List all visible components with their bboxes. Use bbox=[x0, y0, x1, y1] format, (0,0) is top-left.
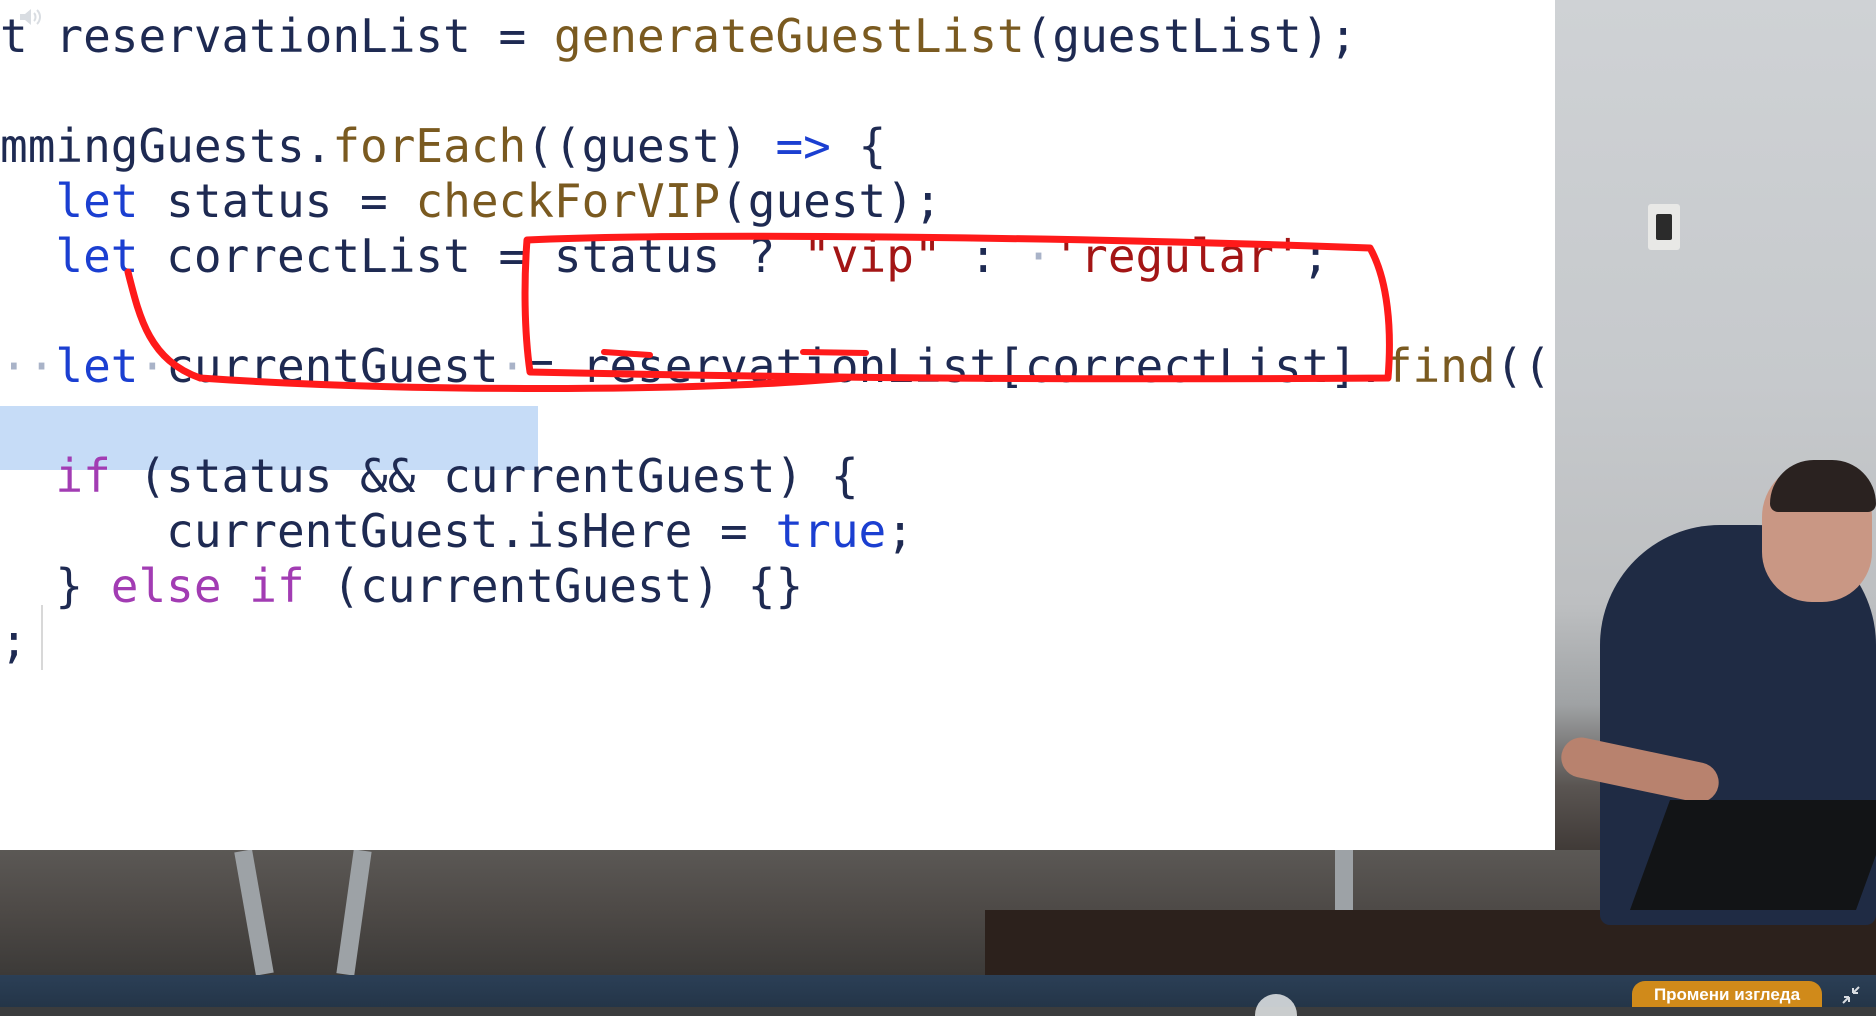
code-token: ((c bbox=[1495, 339, 1555, 393]
code-token: "vip" bbox=[803, 229, 942, 283]
code-token: : bbox=[941, 229, 1025, 283]
code-token: ; bbox=[886, 504, 914, 558]
code-line: } else if (currentGuest) {} bbox=[0, 556, 803, 616]
code-token: ·· bbox=[0, 339, 56, 393]
code-token: (guestList); bbox=[1024, 9, 1358, 63]
volume-icon[interactable] bbox=[18, 7, 42, 27]
code-token: ; bbox=[1301, 229, 1330, 283]
code-token: · bbox=[498, 339, 527, 393]
code-line: ; bbox=[0, 611, 28, 671]
code-token: let bbox=[55, 339, 139, 393]
code-token: (guest); bbox=[720, 174, 942, 228]
code-token: (status && currentGuest) { bbox=[110, 449, 859, 503]
keyboard bbox=[1629, 800, 1876, 910]
code-token: generateGuestList bbox=[553, 9, 1025, 63]
code-line: let correctList = status ? "vip" : ·'reg… bbox=[0, 226, 1329, 286]
code-token: = reservationList[correctList]. bbox=[526, 339, 1385, 393]
code-token: ((guest) bbox=[526, 119, 776, 173]
code-token: find bbox=[1384, 339, 1496, 393]
code-token: = bbox=[470, 9, 554, 63]
code-line: let status = checkForVIP(guest); bbox=[0, 171, 942, 231]
code-token: status = bbox=[138, 174, 416, 228]
code-token: mmingGuests. bbox=[0, 119, 333, 173]
code-token: · bbox=[1024, 229, 1053, 283]
code-line: mmingGuests.forEach((guest) => { bbox=[0, 116, 886, 176]
video-player-bar bbox=[0, 975, 1876, 1007]
code-token: true bbox=[775, 504, 887, 558]
code-token: { bbox=[830, 119, 887, 173]
code-token: currentGuest.isHere = bbox=[0, 504, 776, 558]
code-token: (currentGuest) {} bbox=[304, 559, 804, 613]
code-line: ··let·currentGuest·= reservationList[cor… bbox=[0, 336, 1555, 396]
code-token: correctList = status ? bbox=[138, 229, 804, 283]
code-token: currentGuest bbox=[166, 339, 499, 393]
code-token: 'regular' bbox=[1052, 229, 1302, 283]
code-line: if (status && currentGuest) { bbox=[0, 446, 859, 506]
light-switch bbox=[1648, 204, 1680, 250]
code-token: reservationList bbox=[55, 9, 471, 63]
code-line: t reservationList = generateGuestList(gu… bbox=[0, 6, 1357, 66]
code-token: let bbox=[55, 229, 139, 283]
code-token: if bbox=[55, 449, 111, 503]
code-token: forEach bbox=[332, 119, 527, 173]
code-token: } bbox=[0, 559, 111, 613]
code-token: let bbox=[55, 174, 139, 228]
code-line: currentGuest.isHere = true; bbox=[0, 501, 914, 561]
minimize-icon[interactable] bbox=[1840, 984, 1862, 1006]
code-token: ; bbox=[0, 614, 28, 668]
change-view-button[interactable]: Промени изгледа bbox=[1632, 981, 1822, 1007]
code-token: checkForVIP bbox=[415, 174, 721, 228]
code-token: => bbox=[775, 119, 831, 173]
code-token: · bbox=[138, 339, 167, 393]
code-editor-panel: t reservationList = generateGuestList(gu… bbox=[0, 0, 1555, 850]
code-token: else if bbox=[110, 559, 305, 613]
